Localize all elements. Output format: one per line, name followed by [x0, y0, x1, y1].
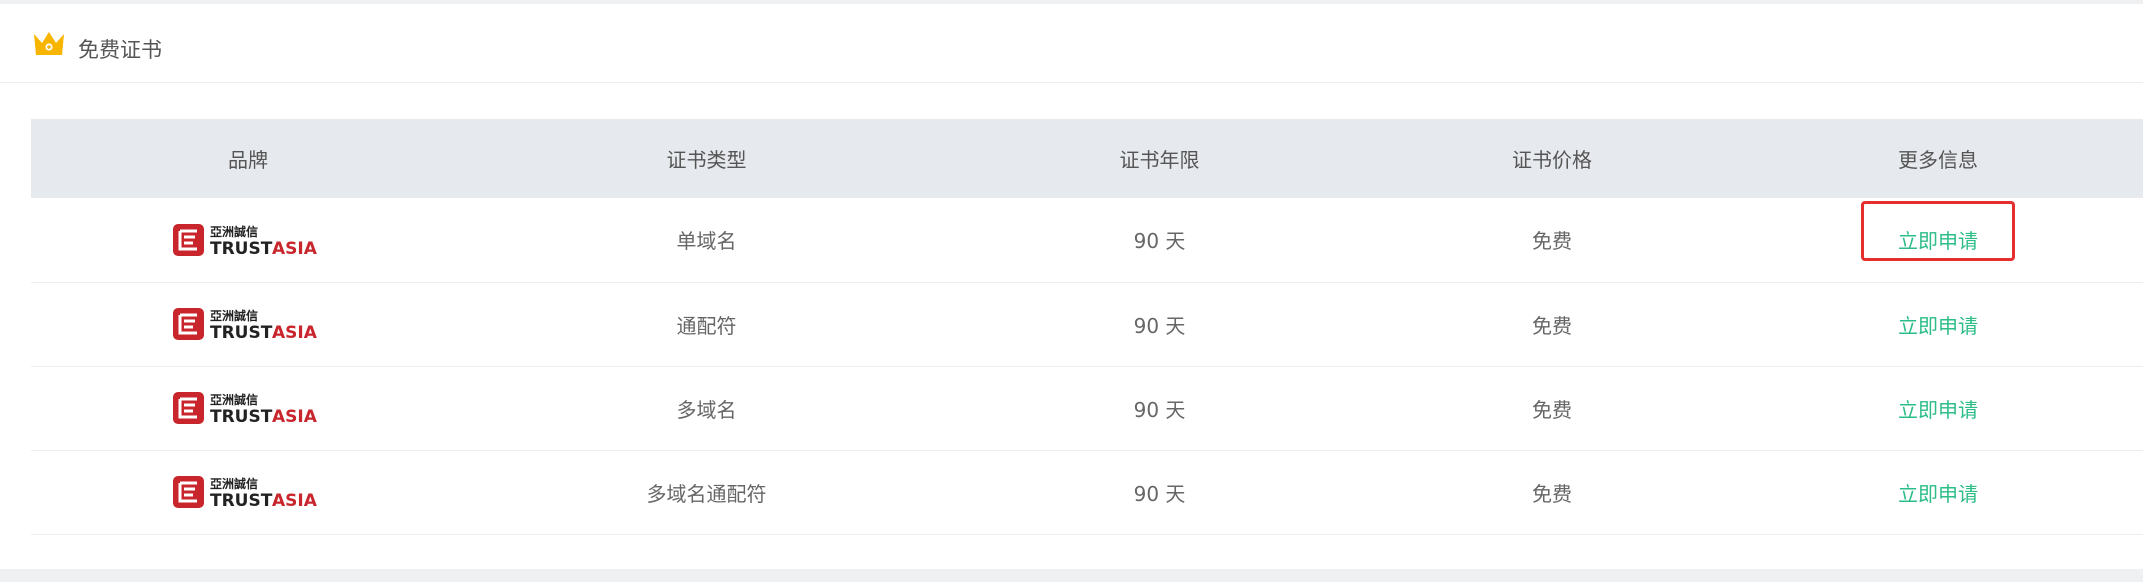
cert-type-cell: 通配符 — [676, 313, 737, 338]
brand-cell: 亞洲誠信 TRUST ASIA — [31, 282, 465, 366]
apply-now-link[interactable]: 立即申请 — [1892, 306, 1984, 343]
header-cert-price: 证书价格 — [1512, 148, 1592, 172]
table-row: 亞洲誠信 TRUST ASIA 通配符 90 天 免费 立即申请 — [31, 282, 2143, 366]
trustasia-logo: 亞洲誠信 TRUST ASIA — [173, 476, 318, 510]
svg-text:亞洲誠信: 亞洲誠信 — [210, 392, 258, 407]
table-row: 亞洲誠信 TRUST ASIA 多域名 90 天 免费 立即申请 — [31, 366, 2143, 450]
trustasia-logo: 亞洲誠信 TRUST ASIA — [173, 392, 318, 426]
card-title: 免费证书 — [78, 38, 162, 62]
certificate-table: 品牌 证书类型 证书年限 证书价格 更多信息 亞洲誠信 TRUST ASIA 单… — [31, 119, 2143, 535]
crown-icon — [34, 32, 64, 55]
action-cell: 立即申请 — [1733, 450, 2143, 534]
table-row: 亞洲誠信 TRUST ASIA 多域名通配符 90 天 免费 立即申请 — [31, 450, 2143, 534]
svg-text:TRUST: TRUST — [210, 491, 273, 510]
brand-cell: 亞洲誠信 TRUST ASIA — [31, 450, 465, 534]
svg-text:ASIA: ASIA — [272, 491, 318, 510]
svg-text:TRUST: TRUST — [210, 407, 273, 426]
trustasia-logo: 亞洲誠信 TRUST ASIA — [173, 308, 318, 342]
svg-text:ASIA: ASIA — [272, 239, 318, 258]
brand-cell: 亞洲誠信 TRUST ASIA — [31, 366, 465, 450]
header-cert-type: 证书类型 — [666, 148, 747, 172]
card-header: 免费证书 — [0, 4, 2143, 83]
duration-cell: 90 天 — [1133, 481, 1186, 506]
price-cell: 免费 — [1532, 481, 1572, 506]
header-brand: 品牌 — [228, 148, 268, 172]
action-cell: 立即申请 — [1733, 198, 2143, 282]
action-cell: 立即申请 — [1733, 366, 2143, 450]
certificate-page: 免费证书 品牌 证书类型 证书年限 证书价格 更多信息 亞洲誠信 TRUST A… — [0, 0, 2143, 582]
header-cert-duration: 证书年限 — [1119, 148, 1200, 172]
apply-now-link[interactable]: 立即申请 — [1892, 390, 1984, 427]
duration-cell: 90 天 — [1133, 397, 1186, 422]
header-more-info: 更多信息 — [1898, 148, 1978, 172]
action-cell: 立即申请 — [1733, 282, 2143, 366]
apply-now-link[interactable]: 立即申请 — [1892, 474, 1984, 511]
cert-type-cell: 多域名 — [676, 397, 737, 422]
duration-cell: 90 天 — [1133, 229, 1186, 254]
svg-text:亞洲誠信: 亞洲誠信 — [210, 308, 258, 323]
price-cell: 免费 — [1532, 313, 1572, 338]
price-cell: 免费 — [1532, 397, 1572, 422]
svg-text:TRUST: TRUST — [210, 239, 273, 258]
svg-text:ASIA: ASIA — [272, 323, 318, 342]
apply-now-link[interactable]: 立即申请 — [1892, 221, 1984, 258]
svg-text:亞洲誠信: 亞洲誠信 — [210, 476, 258, 491]
brand-cell: 亞洲誠信 TRUST ASIA — [31, 198, 465, 282]
svg-text:ASIA: ASIA — [272, 407, 318, 426]
trustasia-logo: 亞洲誠信 TRUST ASIA — [173, 223, 318, 258]
duration-cell: 90 天 — [1133, 313, 1186, 338]
svg-text:TRUST: TRUST — [210, 323, 273, 342]
price-cell: 免费 — [1532, 229, 1572, 254]
svg-text:亞洲誠信: 亞洲誠信 — [210, 224, 258, 239]
cert-type-cell: 单域名 — [676, 229, 737, 254]
table-row: 亞洲誠信 TRUST ASIA 单域名 90 天 免费 立即申请 — [31, 198, 2143, 282]
cert-type-cell: 多域名通配符 — [646, 481, 767, 506]
bottom-divider — [0, 569, 2143, 582]
table-header-row: 品牌 证书类型 证书年限 证书价格 更多信息 — [31, 119, 2143, 198]
